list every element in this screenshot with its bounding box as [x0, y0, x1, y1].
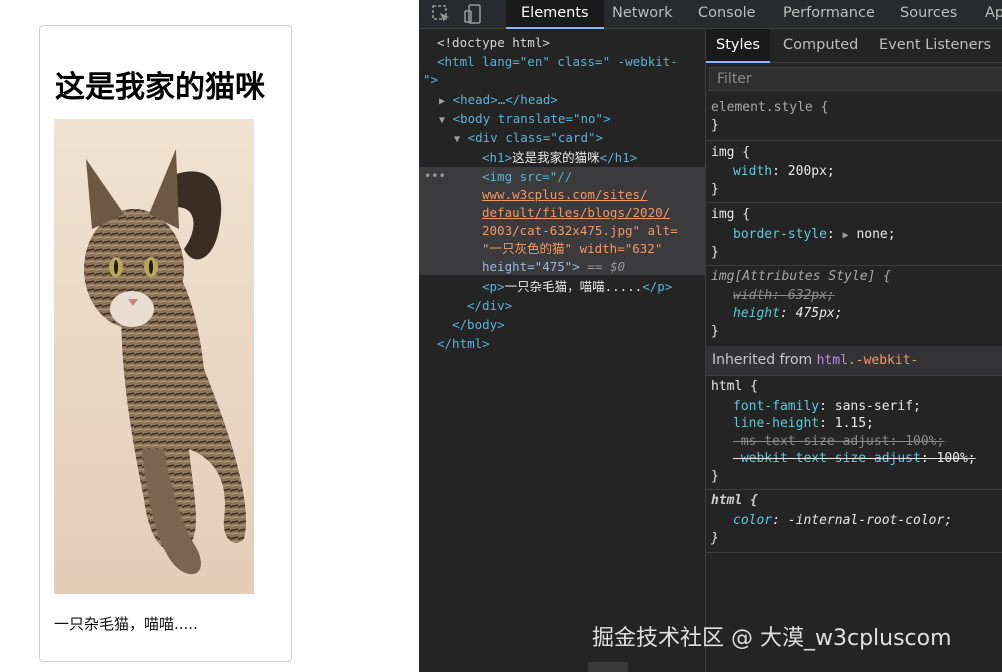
expand-shorthand-icon[interactable]: ▶ [843, 230, 849, 241]
decl-line-height[interactable]: line-height: 1.15; [733, 415, 874, 433]
img-src-link-1[interactable]: www.w3cplus.com/sites/ [482, 187, 648, 202]
cat-illustration [54, 119, 254, 594]
horizontal-scrollbar[interactable] [588, 662, 628, 672]
brace: } [711, 118, 719, 133]
devtools-tabbar: Elements Network Console Performance Sou… [419, 0, 1002, 29]
img-src-link-2[interactable]: default/files/blogs/2020/ [482, 205, 670, 220]
tree-head[interactable]: ▶ <head>…</head> [439, 90, 558, 109]
brace: } [711, 245, 719, 260]
tree-div-card[interactable]: ▼ <div class="card"> [454, 128, 603, 147]
rule-element-style: element.style { } [706, 95, 1002, 141]
tab-console[interactable]: Console [698, 0, 756, 29]
devtools-panel: Elements Network Console Performance Sou… [419, 0, 1002, 672]
subtab-event-listeners[interactable]: Event Listeners [879, 29, 991, 63]
brace: } [711, 324, 719, 339]
img-alt-text: "一只灰色的猫" width="632" [482, 241, 663, 256]
cat-caption: 一只杂毛猫，喵喵..... [54, 615, 198, 633]
expand-triangle-icon[interactable]: ▶ [439, 96, 445, 107]
decl-webkit-text-size-adjust[interactable]: -webkit-text-size-adjust: 100%; [733, 450, 976, 468]
elements-tree: ••• <!doctype html> <html lang="en" clas… [419, 29, 705, 672]
rule-selector[interactable]: html { [711, 378, 758, 396]
tree-img-height: height="475"> == $0 [482, 257, 625, 276]
styles-filter-input[interactable]: Filter [709, 67, 1002, 91]
rule-html-user-agent: html { color: -internal-root-color; } [706, 490, 1002, 553]
rule-img-border: img { border-style: ▶ none; } [706, 203, 1002, 266]
tree-body-close[interactable]: </body> [452, 315, 505, 334]
inherited-class[interactable]: .-webkit- [848, 353, 918, 368]
subtab-computed[interactable]: Computed [783, 29, 858, 63]
rule-img-attributes: img[Attributes Style] { width: 632px; he… [706, 266, 1002, 346]
tree-p[interactable]: <p>一只杂毛猫，喵喵.....</p> [482, 277, 672, 296]
selected-marker: == $0 [579, 259, 625, 274]
decl-width[interactable]: width: 200px; [733, 163, 835, 181]
styles-pane: Styles Computed Event Listeners Filter e… [705, 29, 1002, 672]
tree-html-close[interactable]: </html> [437, 334, 490, 353]
brace: } [711, 531, 719, 546]
div-text: <div class="card"> [467, 130, 604, 145]
rule-selector[interactable]: img { [711, 206, 750, 224]
tree-h1[interactable]: <h1>这是我家的猫咪</h1> [482, 148, 637, 167]
brace: } [711, 469, 719, 484]
tree-img-src-2[interactable]: www.w3cplus.com/sites/ [482, 185, 648, 204]
styles-subtabs: Styles Computed Event Listeners [706, 29, 1002, 63]
cat-image [54, 119, 254, 594]
tree-div-close[interactable]: </div> [467, 296, 512, 315]
decl-height: height: 475px; [733, 306, 843, 321]
rule-selector: img[Attributes Style] { [711, 269, 892, 284]
device-toolbar-icon[interactable] [463, 4, 483, 24]
img-src-link-3: 2003/cat-632x475.jpg" alt= [482, 223, 678, 238]
decl-width-overridden: width: 632px; [733, 288, 835, 303]
decl-border-style[interactable]: border-style: ▶ none; [733, 226, 896, 244]
tab-performance[interactable]: Performance [783, 0, 875, 29]
html-open-text: <html lang="en" class=" -webkit- [437, 54, 678, 69]
doctype-text: <!doctype html> [437, 35, 550, 50]
body-close-text: </body> [452, 317, 505, 332]
brace: } [711, 182, 719, 197]
div-close-text: </div> [467, 298, 513, 313]
tree-doctype[interactable]: <!doctype html> [437, 33, 550, 52]
tree-img-src-3[interactable]: default/files/blogs/2020/ [482, 203, 670, 222]
tab-network[interactable]: Network [612, 0, 673, 29]
rule-img-width: img { width: 200px; } [706, 141, 1002, 203]
html-close-text: </html> [437, 336, 490, 351]
inherited-tag[interactable]: html [817, 353, 848, 368]
head-text: <head>…</head> [452, 92, 558, 107]
collapse-triangle-icon[interactable]: ▼ [454, 134, 460, 145]
rule-selector: html { [711, 493, 758, 508]
body-text: <body translate="no"> [452, 111, 611, 126]
tree-img[interactable]: <img src="// [482, 167, 572, 186]
styles-empty-area [706, 553, 1002, 672]
collapse-triangle-icon[interactable]: ▼ [439, 115, 445, 126]
p-node-text: 一只杂毛猫，喵喵..... [504, 279, 643, 294]
element-style-selector[interactable]: element.style { [711, 99, 828, 117]
node-actions-icon[interactable]: ••• [424, 169, 446, 183]
rule-html: html { font-family: sans-serif; line-hei… [706, 376, 1002, 490]
tree-html-open[interactable]: <html lang="en" class=" -webkit- [437, 52, 678, 71]
html-open-text-2: "> [423, 72, 439, 87]
watermark: 掘金技术社区 @ 大漠_w3cpluscom [592, 626, 952, 651]
inherited-label: Inherited from [712, 352, 817, 368]
tree-img-src-4[interactable]: 2003/cat-632x475.jpg" alt= [482, 221, 678, 240]
tree-body[interactable]: ▼ <body translate="no"> [439, 109, 611, 128]
decl-font-family[interactable]: font-family: sans-serif; [733, 398, 921, 416]
tab-elements[interactable]: Elements [506, 0, 604, 29]
h1-node-text: 这是我家的猫咪 [512, 150, 600, 165]
tab-sources[interactable]: Sources [900, 0, 957, 29]
img-line-1: <img src="// [482, 169, 573, 184]
rule-selector[interactable]: img { [711, 144, 750, 162]
tree-img-alt: "一只灰色的猫" width="632" [482, 239, 662, 258]
decl-color: color: -internal-root-color; [733, 513, 953, 528]
page-heading: 这是我家的猫咪 [55, 70, 265, 105]
inspect-element-icon[interactable] [431, 4, 451, 24]
tree-html-open-cont: "> [423, 70, 438, 89]
subtab-styles[interactable]: Styles [706, 29, 770, 63]
card: 这是我家的猫咪 一只杂毛猫，喵喵..... [39, 25, 292, 662]
decl-ms-text-size-adjust[interactable]: -ms-text-size-adjust: 100%; [733, 433, 944, 451]
tab-application[interactable]: Ap [985, 0, 1002, 29]
rendered-page: 这是我家的猫咪 一只杂毛猫，喵喵..... [0, 0, 419, 672]
inherited-from-header: Inherited from html.-webkit- [706, 346, 1002, 376]
img-height-text: height="475"> [482, 259, 580, 274]
